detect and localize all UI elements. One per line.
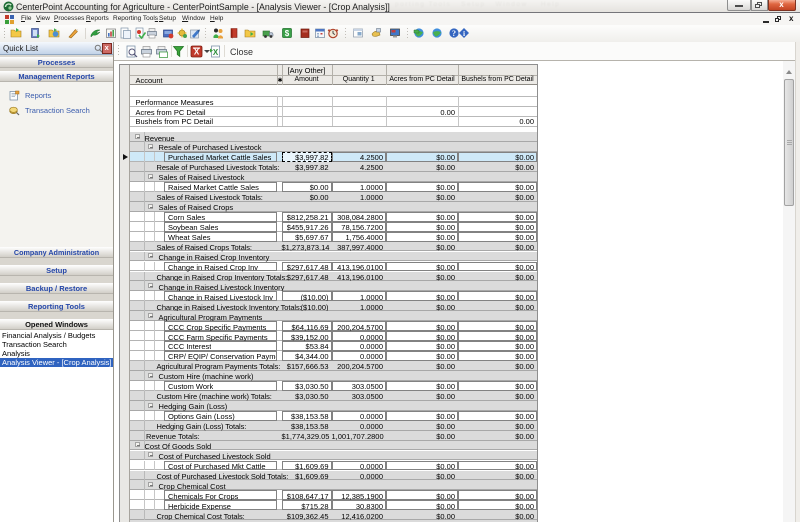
svg-text:i: i [463,29,465,38]
svg-text:?: ? [452,29,456,38]
svg-text:X: X [194,47,200,56]
svg-text:X: X [213,48,219,57]
svg-text:$: $ [285,29,290,38]
